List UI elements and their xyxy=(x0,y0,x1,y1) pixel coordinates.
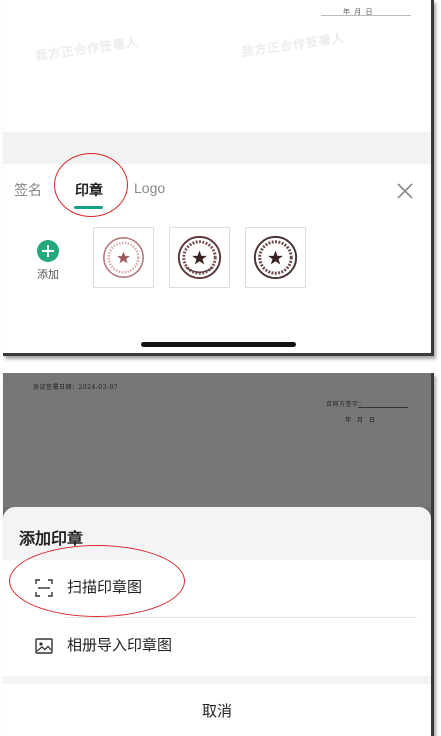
add-stamp-sheet-screen: 协议签署日期：2024-03-07 合同方签字： 年 月 日 添加印章 扫描印章… xyxy=(3,373,434,736)
home-indicator[interactable] xyxy=(141,342,296,347)
import-from-album-option[interactable]: 相册导入印章图 xyxy=(3,618,431,674)
stamp-item[interactable] xyxy=(245,227,306,288)
document-date: 年 月 日 xyxy=(345,417,377,424)
cancel-label: 取消 xyxy=(201,703,232,720)
highlight-circle xyxy=(9,545,185,617)
stamp-picker-screen: 年 月 日 我方正合作签署人 我方正合作签署人 签名 印章 Logo 添加 xyxy=(3,0,434,356)
action-sheet: 添加印章 扫描印章图 相册导入印章图 取消 xyxy=(3,507,431,736)
plus-icon xyxy=(37,240,59,262)
document-date: 年 月 日 xyxy=(343,8,374,16)
watermark: 我方正合作签署人 xyxy=(34,34,140,64)
cancel-button[interactable]: 取消 xyxy=(3,684,431,736)
seal-image xyxy=(177,235,222,280)
seal-image xyxy=(103,237,144,278)
add-stamp-button[interactable]: 添加 xyxy=(29,238,67,282)
stamp-item[interactable] xyxy=(93,227,154,288)
add-label: 添加 xyxy=(37,268,59,281)
document-text: 协议签署日期：2024-03-07 xyxy=(33,384,119,391)
close-button[interactable] xyxy=(395,181,415,201)
tab-logo[interactable]: Logo xyxy=(134,180,165,196)
highlight-circle xyxy=(54,153,128,217)
close-icon xyxy=(397,183,413,199)
watermark: 我方正合作签署人 xyxy=(240,30,346,60)
menu-label: 相册导入印章图 xyxy=(67,637,173,654)
tab-signature[interactable]: 签名 xyxy=(14,180,42,200)
seal-image xyxy=(253,235,298,280)
document-preview-dimmed: 协议签署日期：2024-03-07 合同方签字： 年 月 日 xyxy=(3,373,431,507)
document-preview: 年 月 日 我方正合作签署人 我方正合作签署人 xyxy=(3,0,431,132)
signature-line xyxy=(358,407,408,408)
stamp-item[interactable] xyxy=(169,227,230,288)
image-icon xyxy=(35,638,53,654)
